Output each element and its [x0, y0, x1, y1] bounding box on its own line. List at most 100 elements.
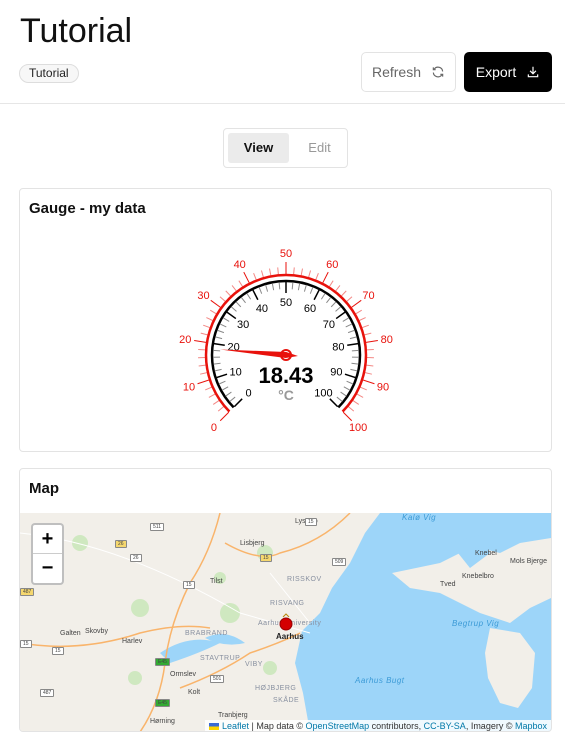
refresh-icon: [432, 66, 444, 78]
map-label: Knebelbro: [462, 573, 494, 580]
outer-tick-label: 60: [326, 259, 338, 271]
road-shield: 509: [332, 558, 347, 566]
inner-tick: [246, 293, 252, 300]
inner-tick-label: 60: [304, 303, 316, 315]
mode-toggle: View Edit: [223, 128, 348, 168]
inner-tick: [313, 289, 320, 301]
outer-tick: [322, 271, 329, 284]
osm-link[interactable]: OpenStreetMap: [306, 721, 370, 731]
inner-tick-label: 80: [332, 342, 344, 354]
gauge-value: 18.43: [258, 363, 313, 388]
outer-tick: [315, 272, 319, 280]
outer-tick-label: 10: [183, 382, 195, 394]
inner-tick: [271, 283, 275, 291]
inner-tick: [213, 362, 221, 365]
inner-tick: [217, 329, 225, 334]
map-label: SKÅDE: [273, 697, 300, 704]
outer-tick-label: 40: [234, 259, 246, 271]
map-marker[interactable]: [278, 613, 294, 633]
inner-tick-label: 30: [237, 319, 249, 331]
outer-tick: [219, 411, 230, 422]
road-shield: 15: [260, 554, 272, 562]
inner-tick: [221, 386, 229, 391]
outer-tick-label: 30: [197, 290, 209, 302]
outer-tick-label: 90: [377, 382, 389, 394]
map[interactable]: LystrupLisbjergTilstRISSKOVRISVANGAarhus…: [20, 513, 551, 731]
inner-tick: [303, 284, 307, 292]
download-icon: [527, 66, 539, 78]
road-shield: 26: [130, 554, 142, 562]
export-label: Export: [475, 64, 517, 80]
inner-tick: [297, 283, 301, 291]
header-divider: [0, 103, 565, 104]
outer-tick: [277, 267, 279, 275]
map-card: Map LystrupLisbjergTilstRISSKOVRISVANGAa…: [19, 468, 552, 732]
refresh-button[interactable]: Refresh: [361, 52, 456, 92]
outer-tick: [362, 379, 375, 385]
map-attribution: Leaflet | Map data © OpenStreetMap contr…: [205, 720, 551, 731]
map-label: Tved: [440, 581, 456, 588]
map-label: Begtrup Vig: [452, 619, 500, 628]
outer-tick: [206, 317, 213, 321]
inner-tick: [340, 391, 347, 397]
map-label: Galten: [60, 630, 81, 637]
map-label: BRABRAND: [185, 630, 228, 637]
inner-tick: [291, 282, 294, 290]
outer-tick: [210, 309, 217, 315]
export-button[interactable]: Export: [464, 52, 552, 92]
zoom-out-button[interactable]: −: [33, 554, 62, 583]
outer-tick: [243, 271, 250, 284]
outer-tick: [328, 280, 334, 287]
inner-tick: [342, 317, 350, 322]
outer-tick: [335, 285, 341, 292]
leaflet-link[interactable]: Leaflet: [222, 721, 249, 731]
outer-tick: [352, 400, 360, 405]
outer-tick: [300, 268, 303, 276]
inner-tick: [226, 311, 237, 320]
mapbox-link[interactable]: Mapbox: [515, 721, 547, 731]
outer-tick: [366, 364, 374, 367]
inner-tick-label: 90: [330, 366, 342, 378]
tab-view[interactable]: View: [228, 133, 289, 163]
attr-text: , Imagery ©: [465, 721, 515, 731]
outer-tick-label: 70: [362, 290, 374, 302]
inner-tick: [225, 391, 232, 397]
attr-text: | Map data ©: [249, 721, 306, 731]
outer-tick-label: 50: [280, 248, 292, 260]
map-label: Harlev: [122, 638, 143, 645]
map-label: Skovby: [85, 628, 108, 635]
road-shield: 15: [183, 581, 195, 589]
outer-tick: [362, 324, 369, 329]
outer-tick: [210, 299, 221, 308]
outer-tick: [208, 393, 216, 398]
outer-tick: [217, 406, 224, 412]
outer-tick: [348, 406, 355, 412]
outer-tick: [342, 411, 353, 422]
gauge-unit: °C: [278, 387, 294, 403]
inner-tick: [229, 396, 236, 402]
outer-tick: [198, 364, 206, 367]
outer-tick: [200, 332, 208, 336]
inner-tick: [320, 293, 326, 300]
outer-tick: [360, 386, 367, 391]
inner-tick: [252, 289, 259, 301]
outer-tick: [225, 290, 231, 297]
inner-tick: [216, 373, 228, 379]
tag-badge[interactable]: Tutorial: [19, 64, 79, 83]
outer-tick-label: 80: [381, 334, 393, 346]
road-shield: 26: [115, 540, 127, 548]
inner-tick: [346, 380, 354, 385]
inner-tick: [343, 386, 351, 391]
zoom-in-button[interactable]: +: [33, 525, 62, 554]
tab-edit[interactable]: Edit: [289, 133, 350, 163]
road-shield: E45: [155, 699, 170, 707]
license-link[interactable]: CC-BY-SA: [424, 721, 466, 731]
inner-tick-label: 0: [245, 387, 251, 399]
inner-tick-label: 70: [323, 319, 335, 331]
page-title: Tutorial: [20, 12, 133, 50]
inner-tick-label: 40: [256, 303, 268, 315]
outer-tick: [359, 317, 366, 321]
inner-tick: [233, 398, 243, 408]
outer-tick: [356, 393, 364, 398]
map-label: Ormslev: [170, 671, 197, 678]
